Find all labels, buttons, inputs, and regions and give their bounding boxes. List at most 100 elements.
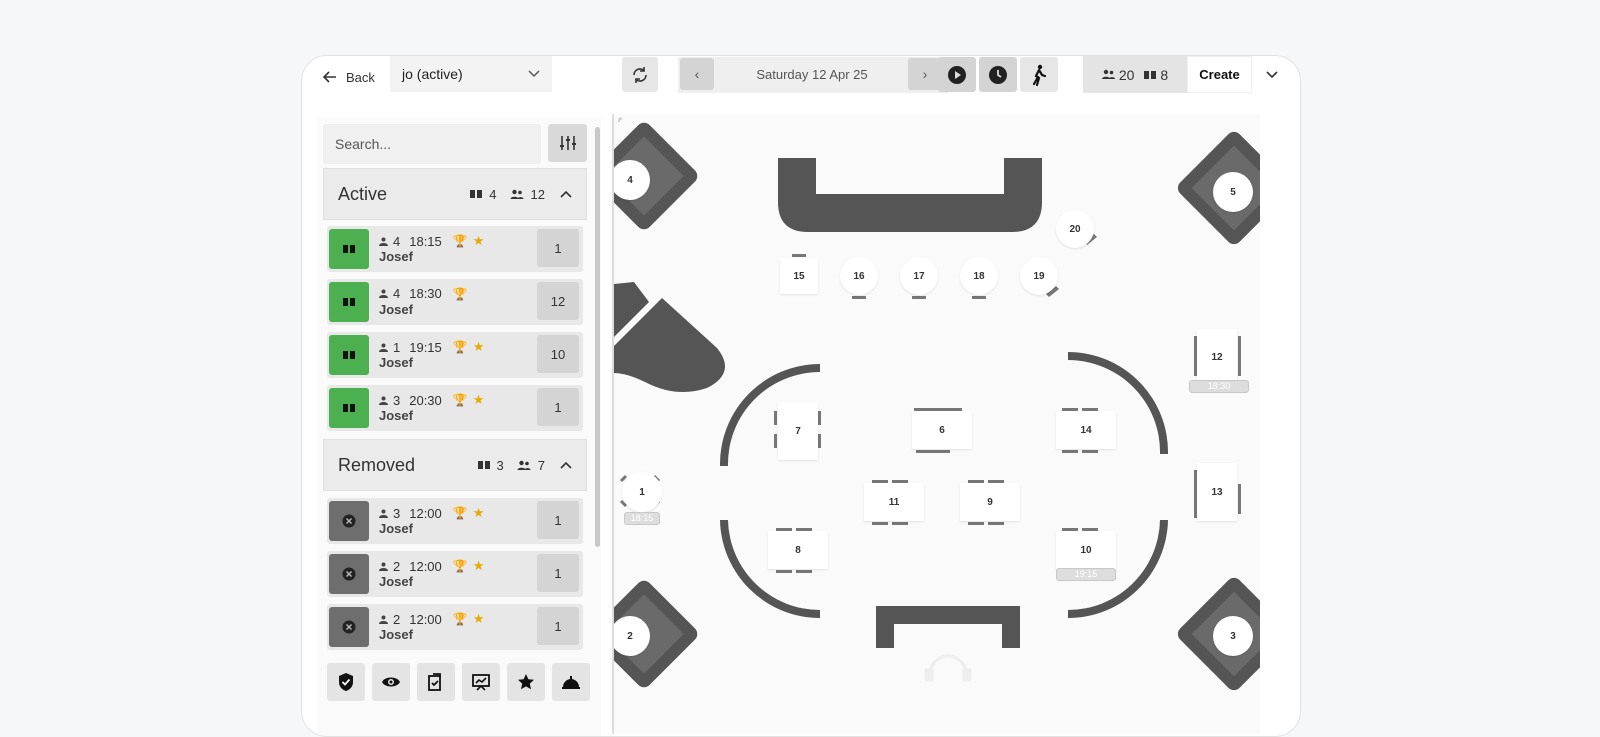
chevron-up-icon [560,461,572,469]
back-label: Back [346,69,375,85]
status-removed-indicator [329,501,369,541]
date-label[interactable]: Saturday 12 Apr 25 [718,57,906,93]
booking-time: 12:00 [409,505,442,521]
table-number[interactable]: 1 [537,501,579,539]
table-7[interactable]: 7 [778,402,818,460]
party-size: 2 [393,611,401,627]
table-5[interactable]: 5 [1213,172,1253,212]
group-guests-count: 12 [530,186,545,202]
table-12[interactable]: 12 [1197,329,1237,385]
booking-time: 18:30 [409,286,442,301]
service-button[interactable] [552,663,590,701]
table-20[interactable]: 20 [1056,210,1094,248]
table-13[interactable]: 13 [1197,463,1237,521]
filter-button[interactable] [548,124,587,162]
create-button[interactable]: Create [1187,56,1252,93]
group-header-removed[interactable]: Removed 3 7 [323,439,587,491]
checklist-button[interactable] [417,663,455,701]
people-icon [517,460,531,470]
clock-icon [989,65,1007,84]
close-circle-icon [342,567,356,581]
booking-row[interactable]: 1 19:15 🏆 ★ Josef 10 [327,332,583,378]
star-icon: ★ [472,558,485,573]
trophy-icon: 🏆 [452,393,468,407]
next-day-button[interactable]: › [908,58,942,90]
people-icon [510,189,524,199]
group-stats: 3 7 [477,457,572,473]
booking-info: 1 19:15 🏆 ★ [379,339,484,355]
guest-name: Josef [379,355,413,370]
walk-in-button[interactable] [1020,57,1058,92]
app-window: Back jo (active) ‹ Saturday 12 Apr 25 › … [301,55,1301,737]
table-15[interactable]: 15 [780,258,818,294]
sidebar-toolbar [327,663,590,701]
table-14[interactable]: 14 [1056,411,1116,449]
star-icon: ★ [472,233,485,248]
table-12-time-label: 18:30 [1189,380,1249,393]
group-guests-count: 7 [537,457,545,473]
table-16[interactable]: 16 [840,257,878,295]
person-icon [379,237,388,246]
group-header-active[interactable]: Active 4 12 [323,168,587,220]
book-icon [343,245,355,253]
booking-row[interactable]: 3 12:00 🏆 ★ Josef 1 [327,498,583,544]
trophy-icon: 🏆 [452,559,468,573]
party-size: 3 [393,392,401,408]
booking-row[interactable]: 4 18:15 🏆 ★ Josef 1 [327,226,583,272]
table-10[interactable]: 10 [1056,531,1116,569]
sidebar-scrollbar[interactable] [595,127,600,547]
table-3[interactable]: 3 [1213,616,1253,656]
trophy-icon: 🏆 [452,286,468,301]
star-icon: ★ [472,339,485,354]
person-icon [379,289,388,298]
table-8[interactable]: 8 [768,531,828,569]
stats-button[interactable] [462,663,500,701]
more-menu-button[interactable] [1252,56,1292,93]
shield-button[interactable] [327,663,365,701]
play-button[interactable] [938,57,976,92]
sliders-icon [559,136,576,150]
star-icon: ★ [472,611,485,626]
refresh-icon [633,66,647,83]
clock-button[interactable] [979,57,1017,92]
booking-row[interactable]: 3 20:30 🏆 ★ Josef 1 [327,385,583,431]
star-icon: ★ [472,392,485,407]
guest-name: Josef [379,521,413,536]
table-9[interactable]: 9 [960,483,1020,521]
service-selector[interactable]: jo (active) [390,56,552,92]
table-number[interactable]: 1 [537,607,579,645]
booking-row[interactable]: 2 12:00 🏆 ★ Josef 1 [327,551,583,597]
trophy-icon: 🏆 [452,340,468,354]
prev-day-button[interactable]: ‹ [680,58,714,90]
table-1[interactable]: 1 [622,472,662,512]
table-number[interactable]: 1 [537,554,579,592]
favorites-button[interactable] [507,663,545,701]
booking-row[interactable]: 2 12:00 🏆 ★ Josef 1 [327,604,583,650]
table-number[interactable]: 1 [537,229,579,267]
table-17[interactable]: 17 [900,257,938,295]
party-size: 1 [393,339,401,355]
back-button[interactable]: Back [322,64,375,90]
table-18[interactable]: 18 [960,257,998,295]
status-removed-indicator [329,607,369,647]
booking-info: 2 12:00 🏆 ★ [379,558,484,574]
booking-row[interactable]: 4 18:30 🏆 Josef 12 [327,279,583,325]
visibility-button[interactable] [372,663,410,701]
table-11[interactable]: 11 [864,483,924,521]
table-number[interactable]: 10 [537,335,579,373]
table-19[interactable]: 19 [1020,257,1058,295]
table-number[interactable]: 1 [537,388,579,426]
group-stats: 4 12 [470,187,572,202]
search-input[interactable] [323,124,541,164]
person-icon [379,615,388,624]
refresh-button[interactable] [622,57,658,92]
status-active-indicator [329,335,369,375]
status-active-indicator [329,282,369,322]
table-6[interactable]: 6 [912,411,972,449]
guest-name: Josef [379,249,413,264]
booking-info: 3 12:00 🏆 ★ [379,505,484,521]
group-title: Active [338,183,388,204]
guest-name: Josef [379,408,413,423]
person-icon [379,562,388,571]
table-number[interactable]: 12 [537,282,579,320]
